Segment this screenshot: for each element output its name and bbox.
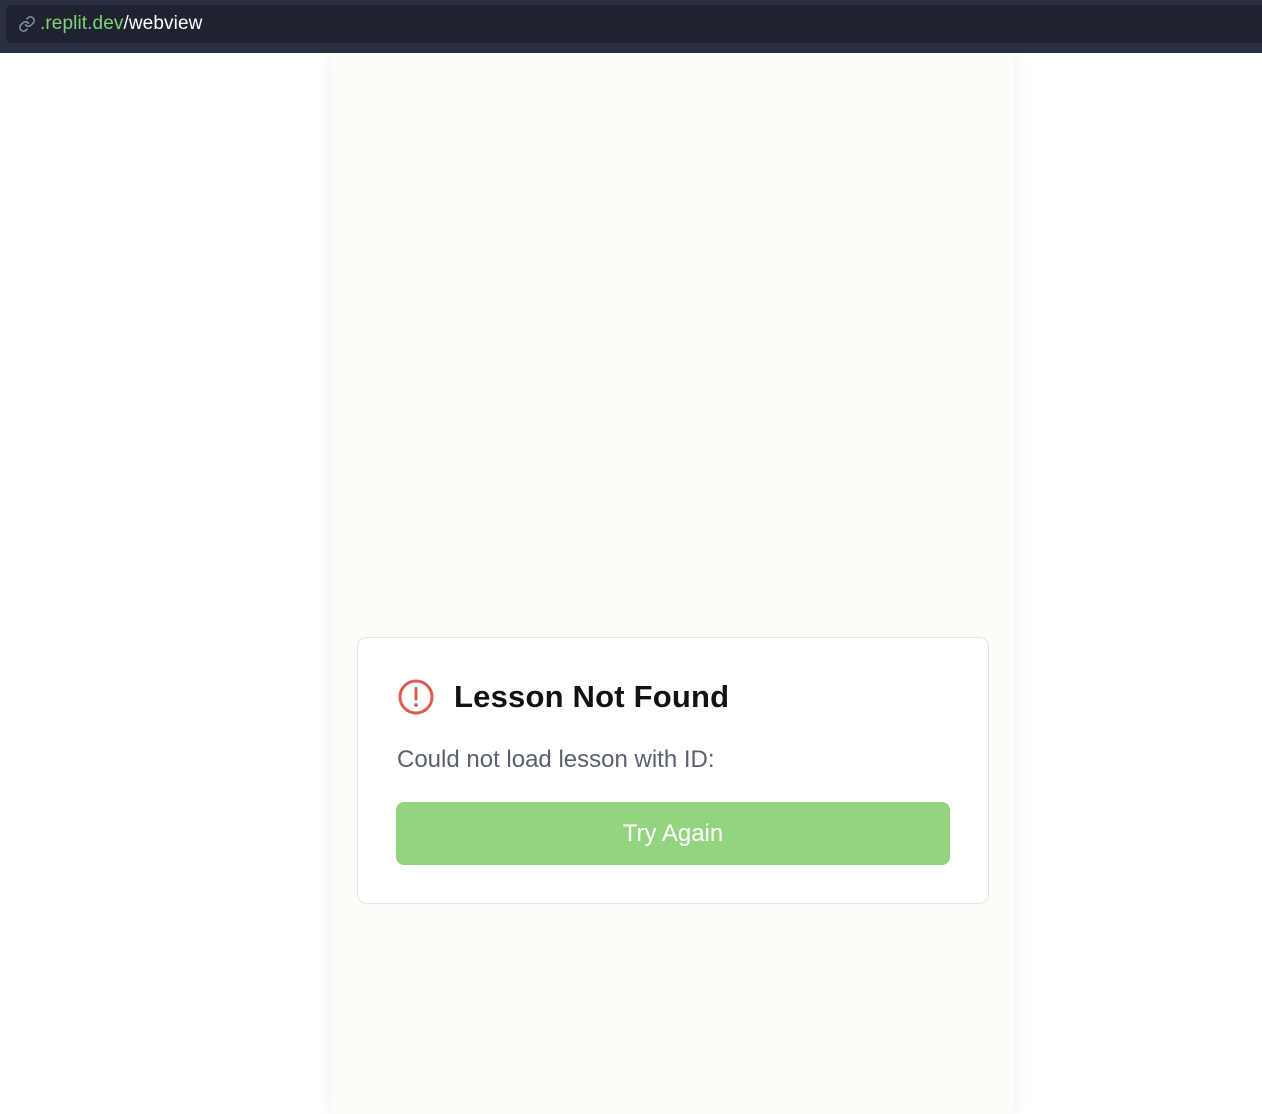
try-again-button[interactable]: Try Again bbox=[396, 802, 950, 865]
url-text[interactable]: .replit.dev/webview bbox=[40, 13, 202, 35]
url-path: /webview bbox=[123, 13, 203, 34]
url-host: .replit.dev bbox=[40, 13, 124, 34]
error-title: Lesson Not Found bbox=[454, 679, 730, 714]
alert-circle-icon bbox=[397, 678, 435, 716]
webview-content: Lesson Not Found Could not load lesson w… bbox=[332, 53, 1014, 1114]
link-icon bbox=[18, 15, 36, 33]
error-card: Lesson Not Found Could not load lesson w… bbox=[357, 637, 989, 904]
error-card-header: Lesson Not Found bbox=[397, 678, 729, 716]
address-bar[interactable]: .replit.dev/webview bbox=[6, 5, 1262, 43]
error-message: Could not load lesson with ID: bbox=[397, 746, 715, 773]
browser-toolbar: .replit.dev/webview bbox=[0, 0, 1262, 53]
